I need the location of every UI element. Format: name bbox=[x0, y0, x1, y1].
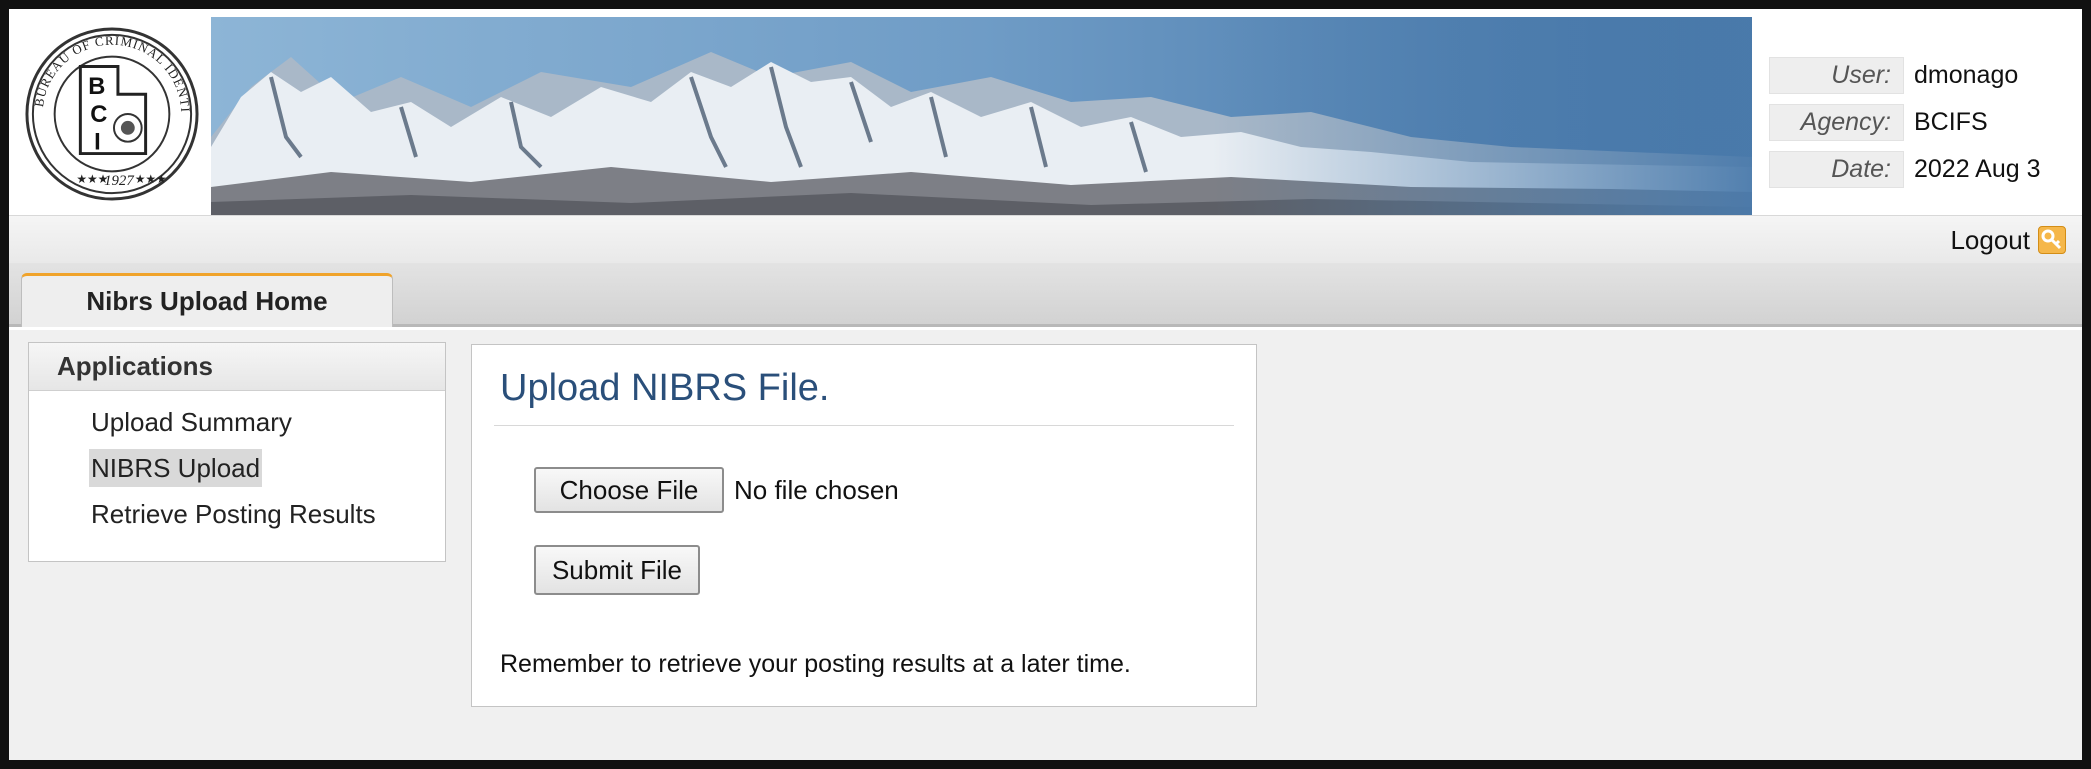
svg-text:I: I bbox=[94, 130, 101, 156]
bci-seal-logo: BUREAU OF CRIMINAL IDENTIFICATION B C I … bbox=[23, 25, 199, 201]
page-frame: BUREAU OF CRIMINAL IDENTIFICATION B C I … bbox=[0, 0, 2091, 769]
agency-value: BCIFS bbox=[1914, 108, 1988, 136]
content-area: Applications Upload Summary NIBRS Upload… bbox=[9, 330, 2082, 760]
tab-nibrs-upload-home[interactable]: Nibrs Upload Home bbox=[21, 273, 393, 327]
user-value: dmonago bbox=[1914, 61, 2019, 89]
choose-file-button[interactable]: Choose File bbox=[534, 467, 724, 513]
user-row: User: dmonago bbox=[1769, 52, 2079, 99]
agency-label: Agency: bbox=[1769, 104, 1904, 141]
date-row: Date: 2022 Aug 3 bbox=[1769, 146, 2079, 193]
page-title: Upload NIBRS File. bbox=[500, 367, 830, 409]
mountain-banner-image bbox=[211, 17, 1752, 215]
logout-label: Logout bbox=[1950, 224, 2030, 255]
svg-text:★★★: ★★★ bbox=[135, 172, 167, 186]
logout-bar: Logout bbox=[9, 215, 2082, 263]
submit-file-button[interactable]: Submit File bbox=[534, 545, 700, 595]
applications-panel: Applications Upload Summary NIBRS Upload… bbox=[28, 342, 446, 562]
svg-text:B: B bbox=[88, 74, 105, 100]
applications-heading: Applications bbox=[29, 343, 445, 391]
date-label: Date: bbox=[1769, 151, 1904, 188]
tab-bar: Nibrs Upload Home bbox=[9, 263, 2082, 327]
date-value: 2022 Aug 3 bbox=[1914, 155, 2041, 183]
user-info-panel: User: dmonago Agency: BCIFS Date: 2022 A… bbox=[1769, 52, 2079, 193]
title-divider bbox=[494, 425, 1234, 426]
seal-year: 1927 bbox=[104, 173, 134, 189]
reminder-text: Remember to retrieve your posting result… bbox=[500, 650, 1131, 678]
page-header: BUREAU OF CRIMINAL IDENTIFICATION B C I … bbox=[9, 9, 2082, 215]
svg-text:C: C bbox=[90, 102, 107, 128]
upload-panel: Upload NIBRS File. Choose File No file c… bbox=[471, 344, 1257, 707]
user-label: User: bbox=[1769, 57, 1904, 94]
file-status-text: No file chosen bbox=[734, 475, 899, 505]
key-icon[interactable] bbox=[2038, 226, 2066, 254]
agency-row: Agency: BCIFS bbox=[1769, 99, 2079, 146]
sidebar-item-upload-summary[interactable]: Upload Summary bbox=[89, 403, 294, 441]
sidebar-item-nibrs-upload[interactable]: NIBRS Upload bbox=[89, 449, 263, 487]
sidebar-item-retrieve-posting-results[interactable]: Retrieve Posting Results bbox=[89, 495, 378, 533]
logout-link[interactable]: Logout bbox=[1950, 224, 2066, 256]
